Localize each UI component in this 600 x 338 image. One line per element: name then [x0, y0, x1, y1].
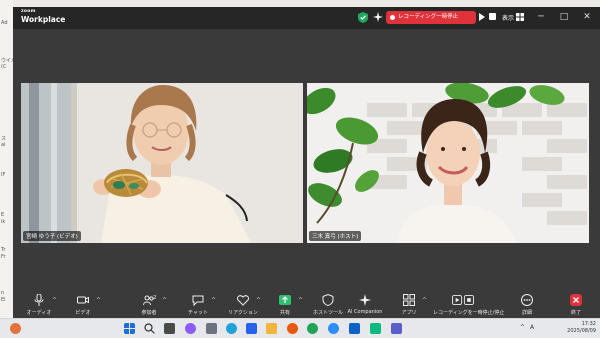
participant-video-feed: [307, 83, 589, 243]
logo-top: zoom: [21, 9, 36, 14]
ime-icon[interactable]: A: [530, 324, 534, 331]
participant-name: 宮崎 ゆう子 (ビデオ): [23, 231, 81, 241]
chevron-up-icon[interactable]: ^: [162, 297, 167, 304]
desktop-label: Ad: [1, 20, 8, 26]
clock-date: 2025/08/09: [567, 328, 596, 334]
desktop-label: (C: [1, 64, 7, 70]
teams-icon[interactable]: [391, 323, 402, 334]
chevron-up-icon[interactable]: ^: [298, 297, 303, 304]
weather-icon[interactable]: [10, 323, 21, 334]
chat-button[interactable]: ^ チャット: [178, 294, 218, 318]
camera-icon: [77, 296, 89, 304]
apps-icon: [403, 294, 415, 306]
recording-control-label: レコーディングを一時停止/停止: [433, 310, 505, 316]
more-label: 詳細: [521, 310, 532, 316]
apps-button[interactable]: ^ アプリ: [389, 294, 429, 318]
chevron-up-icon[interactable]: ^: [211, 297, 216, 304]
sparkle-icon: [359, 294, 371, 306]
end-label: 終了: [570, 310, 581, 316]
zoom-meeting-window: zoom Workplace レコーディング一時停止 表示 ─ □ ✕ 宮崎 ゆ…: [13, 7, 600, 318]
meeting-toolbar: ^ オーディオ ^ ビデオ 2 ^ 参加者 ^ チャット ^ リアクション ^ …: [13, 292, 600, 318]
desktop-label: Fr: [1, 254, 6, 260]
video-label: ビデオ: [75, 310, 91, 316]
share-label: 共有: [279, 310, 290, 316]
desktop-label: al: [1, 142, 6, 148]
chrome-icon[interactable]: [307, 323, 318, 334]
chevron-up-icon[interactable]: ^: [52, 297, 57, 304]
participant-video-tile[interactable]: 宮崎 ゆう子 (ビデオ): [21, 83, 303, 243]
clock[interactable]: 17:32 2025/08/09: [567, 321, 596, 335]
stop-recording-icon[interactable]: [489, 13, 496, 20]
mail-icon[interactable]: [246, 323, 257, 334]
audio-label: オーディオ: [26, 310, 52, 316]
desktop-label: E: [1, 212, 5, 218]
recording-control-button[interactable]: レコーディングを一時停止/停止: [433, 294, 505, 318]
participants-button[interactable]: 2 ^ 参加者: [129, 294, 169, 318]
title-bar: zoom Workplace レコーディング一時停止 表示 ─ □ ✕: [13, 7, 600, 29]
more-button[interactable]: 詳細: [507, 294, 547, 318]
reactions-label: リアクション: [228, 310, 258, 316]
chevron-up-icon[interactable]: ^: [422, 297, 427, 304]
reactions-button[interactable]: ^ リアクション: [223, 294, 263, 318]
app-icon[interactable]: [206, 323, 217, 334]
minimize-button[interactable]: ─: [536, 12, 546, 22]
close-button[interactable]: ✕: [582, 12, 592, 22]
ai-companion-button[interactable]: AI Companion: [340, 294, 390, 318]
participants-label: 参加者: [141, 310, 157, 316]
search-icon[interactable]: [144, 323, 155, 334]
record-icon: [452, 294, 474, 306]
encryption-shield-icon[interactable]: [358, 12, 368, 23]
participant-video-tile[interactable]: 三木 真弓 (ホスト): [307, 83, 589, 243]
ai-companion-label: AI Companion: [347, 309, 383, 315]
shield-icon: [322, 294, 334, 306]
end-icon: [570, 294, 582, 306]
logo-bottom: Workplace: [21, 14, 66, 24]
participant-name: 三木 真弓 (ホスト): [309, 231, 362, 241]
participant-video-feed: [21, 83, 303, 243]
desktop-label: ス: [1, 136, 7, 142]
zoom-taskbar-icon[interactable]: [328, 323, 339, 334]
end-meeting-button[interactable]: 終了: [556, 294, 596, 318]
copilot-icon[interactable]: [185, 323, 196, 334]
desktop-label: IF: [1, 172, 6, 178]
gallery-grid-icon[interactable]: [516, 13, 524, 21]
taskbar: ^ A 17:32 2025/08/09: [0, 318, 600, 338]
desktop-label: n: [1, 290, 5, 296]
file-explorer-icon[interactable]: [266, 323, 277, 334]
desktop-label: Tr: [1, 247, 6, 253]
heart-icon: [237, 295, 249, 306]
zoom-logo: zoom Workplace: [21, 9, 66, 24]
share-button[interactable]: ^ 共有: [265, 294, 305, 318]
tray-overflow-icon[interactable]: ^: [520, 324, 525, 331]
ai-companion-icon[interactable]: [373, 12, 383, 22]
maximize-button[interactable]: □: [559, 12, 569, 22]
chevron-up-icon[interactable]: ^: [256, 297, 261, 304]
view-button[interactable]: 表示: [502, 13, 514, 22]
chat-icon: [192, 295, 204, 306]
windows-start-icon[interactable]: [124, 323, 135, 334]
outlook-icon[interactable]: [349, 323, 360, 334]
edge-icon[interactable]: [226, 323, 237, 334]
more-icon: [521, 294, 533, 306]
line-icon[interactable]: [370, 323, 381, 334]
participant-count: 2: [153, 295, 157, 301]
chevron-up-icon[interactable]: ^: [96, 297, 101, 304]
recording-pill[interactable]: レコーディング一時停止: [386, 11, 476, 24]
firefox-icon[interactable]: [287, 323, 298, 334]
desktop-background: Ad ウイル (C ス al IF E ik Tr Fr n El: [0, 0, 16, 318]
audio-button[interactable]: ^ オーディオ: [19, 294, 59, 318]
desktop-label: El: [1, 297, 6, 303]
clock-time: 17:32: [581, 321, 596, 327]
video-button[interactable]: ^ ビデオ: [63, 294, 103, 318]
share-icon: [279, 295, 291, 305]
task-view-icon[interactable]: [164, 323, 175, 334]
mic-icon: [34, 294, 44, 306]
apps-label: アプリ: [401, 310, 417, 316]
recording-dot-icon: [390, 15, 395, 20]
recording-label: レコーディング一時停止: [398, 14, 459, 20]
resume-recording-icon[interactable]: [479, 13, 485, 21]
chat-label: チャット: [188, 310, 208, 316]
desktop-label: ik: [1, 219, 6, 225]
